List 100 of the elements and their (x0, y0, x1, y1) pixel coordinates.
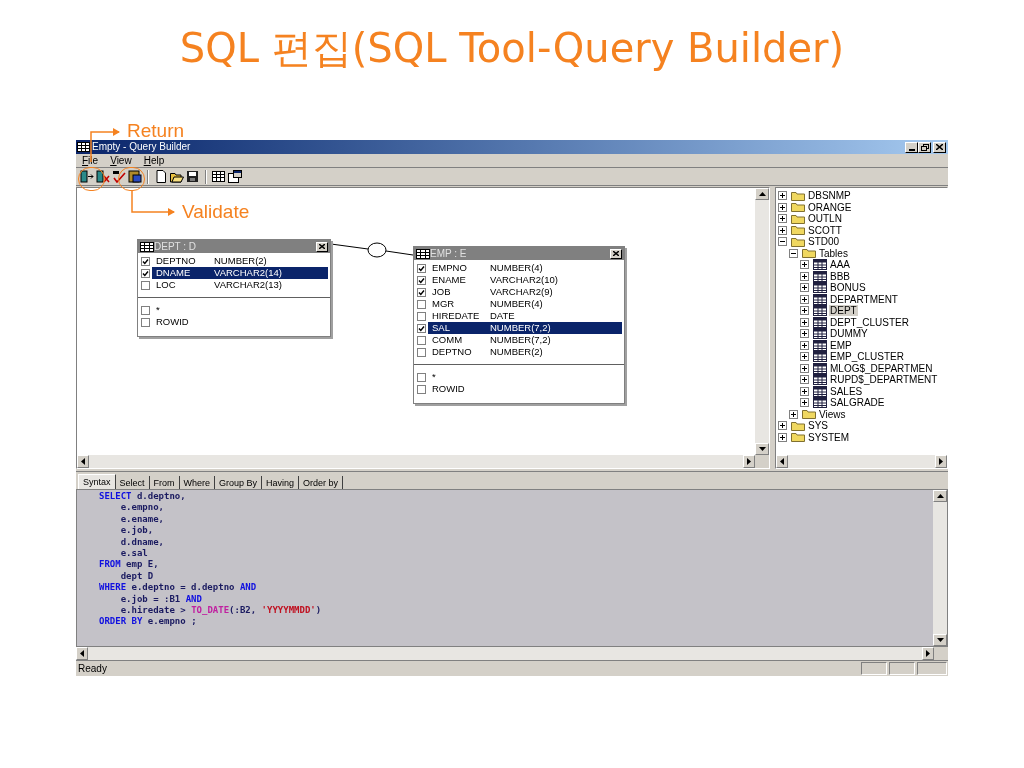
tree-item[interactable]: ORANGE (807, 201, 853, 213)
column-row[interactable]: DEPTNO NUMBER(2) (428, 346, 622, 358)
tree-item[interactable]: BONUS (829, 282, 867, 294)
up-arrow-icon[interactable] (936, 494, 944, 498)
tree-item[interactable]: Tables (818, 247, 849, 259)
menu-item[interactable]: File (82, 154, 99, 167)
minimize-icon[interactable] (908, 148, 915, 152)
expand-icon[interactable] (800, 271, 809, 281)
tree-item[interactable]: OUTLN (807, 213, 843, 225)
column-row[interactable]: HIREDATE DATE (428, 310, 622, 322)
tab[interactable]: Select (115, 476, 150, 489)
menu-item[interactable]: Help (143, 154, 165, 167)
checkbox[interactable] (417, 263, 426, 273)
table-card[interactable]: DEPT : D DEPTNO NUMBER(2) DNAME VARCHAR2(14) LOC VARCHAR2(13) * ROWID (137, 239, 331, 337)
tree-item[interactable]: EMP_CLUSTER (829, 351, 905, 363)
tab[interactable]: Order by (299, 476, 344, 489)
column-row[interactable]: DNAME VARCHAR2(14) (152, 267, 328, 279)
tree-item[interactable]: STD00 (807, 236, 841, 248)
tree-item[interactable]: DEPARTMENT (829, 293, 899, 305)
left-arrow-icon[interactable] (81, 458, 85, 465)
tree-item[interactable]: SYS (807, 420, 829, 432)
tree-item[interactable]: BBB (829, 270, 851, 282)
column-row[interactable]: LOC VARCHAR2(13) (152, 279, 328, 291)
expand-icon[interactable] (800, 260, 809, 270)
expand-icon[interactable] (778, 202, 787, 212)
tab[interactable]: Group By (215, 476, 263, 489)
tree-item[interactable]: Views (818, 408, 847, 420)
minimize-button[interactable] (905, 141, 918, 153)
tree-item[interactable]: SYSTEM (807, 431, 851, 443)
checkbox[interactable] (417, 275, 426, 285)
tab[interactable]: Syntax (78, 474, 116, 489)
checkbox[interactable] (417, 323, 426, 333)
checkbox[interactable] (417, 311, 426, 321)
checkbox[interactable] (417, 384, 426, 394)
new-file-icon[interactable] (154, 170, 168, 183)
table-card[interactable]: EMP : E EMPNO NUMBER(4) ENAME VARCHAR2(10) JOB VARCHAR2(9) MGR NUMBER(4) HIREDATE DATE SAL NUMBER(7,2) COMM NUMBER(7,2) DEPTNO NUMBER(2) * ROWID (413, 246, 625, 404)
expand-icon[interactable] (778, 214, 787, 224)
tab[interactable]: From (149, 476, 180, 489)
checkbox[interactable] (417, 372, 426, 382)
column-row[interactable]: ENAME VARCHAR2(10) (428, 274, 622, 286)
expand-icon[interactable] (800, 375, 809, 385)
vertical-scrollbar[interactable] (933, 490, 947, 646)
checkbox[interactable] (417, 335, 426, 345)
checkbox[interactable] (141, 317, 150, 327)
menu-item[interactable]: View (110, 154, 132, 167)
expand-icon[interactable] (800, 340, 809, 350)
right-arrow-icon[interactable] (926, 650, 930, 657)
tree-item[interactable]: MLOG$_DEPARTMEN (829, 362, 934, 374)
column-row[interactable]: JOB VARCHAR2(9) (428, 286, 622, 298)
expand-icon[interactable] (800, 352, 809, 362)
checkbox[interactable] (141, 280, 150, 290)
checkbox[interactable] (417, 287, 426, 297)
tab[interactable]: Where (179, 476, 216, 489)
collapse-icon[interactable] (789, 248, 798, 258)
join-connector[interactable] (331, 240, 413, 258)
vertical-scrollbar[interactable] (755, 188, 769, 455)
tree-item[interactable]: DEPT (829, 305, 858, 317)
tree-item[interactable]: SALES (829, 385, 864, 397)
left-arrow-icon[interactable] (80, 650, 84, 657)
expand-icon[interactable] (800, 398, 809, 408)
tab[interactable]: Having (262, 476, 300, 489)
expand-icon[interactable] (800, 386, 809, 396)
column-row[interactable]: EMPNO NUMBER(4) (428, 262, 622, 274)
left-arrow-icon[interactable] (780, 458, 784, 465)
expand-icon[interactable] (778, 225, 787, 235)
expand-icon[interactable] (800, 317, 809, 327)
checkbox[interactable] (417, 347, 426, 357)
right-arrow-icon[interactable] (939, 458, 943, 465)
horizontal-scrollbar[interactable] (776, 455, 947, 468)
tree-item[interactable]: RUPD$_DEPARTMENT (829, 374, 939, 386)
checkbox[interactable] (141, 268, 150, 278)
expand-icon[interactable] (800, 294, 809, 304)
save-icon[interactable] (186, 170, 200, 183)
grid-icon[interactable] (212, 170, 226, 183)
door-arrow-icon[interactable] (80, 170, 94, 183)
expand-icon[interactable] (789, 409, 798, 419)
expand-icon[interactable] (800, 363, 809, 373)
column-row[interactable]: COMM NUMBER(7,2) (428, 334, 622, 346)
sql-editor[interactable]: SELECT d.deptno, e.empno, e.ename, e.job, d.dname, e.sal FROM emp E, dept D WHERE e.deptno = d.deptno AND e.job = :B1 AND e.hiredate > TO_DATE(:B2, 'YYYYMMDD') ORDER BY e.empno ; (77, 490, 933, 646)
tree-item[interactable]: DEPT_CLUSTER (829, 316, 910, 328)
check-icon[interactable] (112, 170, 126, 183)
up-arrow-icon[interactable] (758, 192, 766, 196)
down-arrow-icon[interactable] (758, 447, 766, 451)
down-arrow-icon[interactable] (936, 638, 944, 642)
open-folder-icon[interactable] (170, 170, 184, 183)
column-row[interactable]: SAL NUMBER(7,2) (428, 322, 622, 334)
right-arrow-icon[interactable] (747, 458, 751, 465)
clipboard-icon[interactable] (128, 170, 142, 183)
door-cross-icon[interactable] (96, 170, 110, 183)
expand-icon[interactable] (800, 329, 809, 339)
expand-icon[interactable] (778, 421, 787, 431)
checkbox[interactable] (417, 299, 426, 309)
properties-icon[interactable] (228, 170, 242, 183)
column-row[interactable]: DEPTNO NUMBER(2) (152, 255, 328, 267)
tree-item[interactable]: SALGRADE (829, 397, 886, 409)
tree-item[interactable]: DUMMY (829, 328, 869, 340)
column-row[interactable]: MGR NUMBER(4) (428, 298, 622, 310)
tree-item[interactable]: AAA (829, 259, 851, 271)
expand-icon[interactable] (778, 432, 787, 442)
tree-item[interactable]: EMP (829, 339, 853, 351)
